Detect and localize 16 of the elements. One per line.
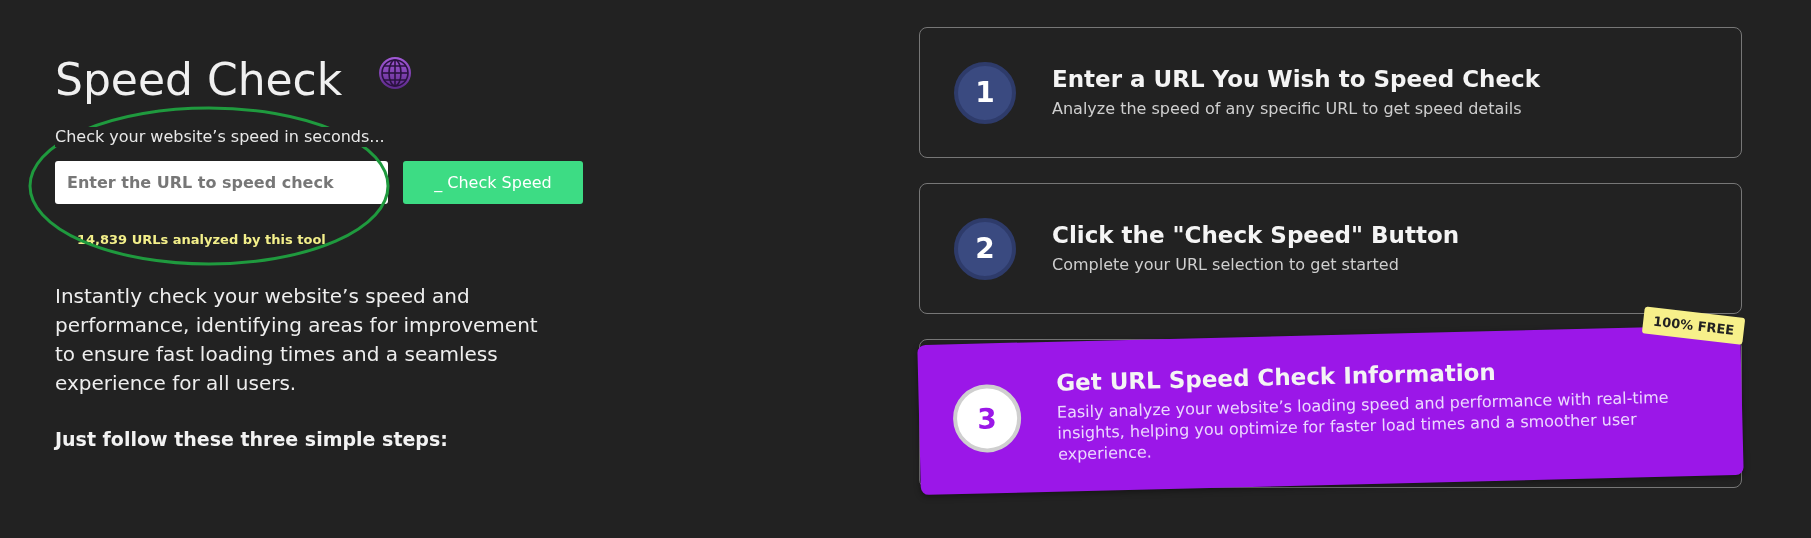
description-paragraph: Instantly check your website’s speed and performance, identifying areas for improvement to ensure fast loading times and a seamless experience for all users. xyxy=(55,283,539,397)
steps-intro: Just follow these three simple steps: xyxy=(55,428,449,450)
step-number: 1 xyxy=(954,61,1016,124)
globe-icon xyxy=(378,56,413,90)
check-speed-button[interactable]: _ Check Speed xyxy=(403,161,583,204)
step-description: Complete your URL selection to get started xyxy=(1052,254,1400,275)
step-title: Click the "Check Speed" Button xyxy=(1052,222,1460,248)
url-input-field[interactable]: Enter the URL to speed check xyxy=(55,161,388,204)
step-number: 3 xyxy=(952,383,1022,454)
step-number: 2 xyxy=(954,217,1016,280)
step-title: Get URL Speed Check Information xyxy=(1055,357,1497,396)
step-description: Analyze the speed of any specific URL to get speed details xyxy=(1052,98,1523,119)
subtitle: Check your website’s speed in seconds... xyxy=(55,127,385,147)
analyzed-count: 14,839 URLs analyzed by this tool xyxy=(77,232,326,247)
page-title: Speed Check xyxy=(55,53,343,107)
step-title: Enter a URL You Wish to Speed Check xyxy=(1052,66,1540,92)
